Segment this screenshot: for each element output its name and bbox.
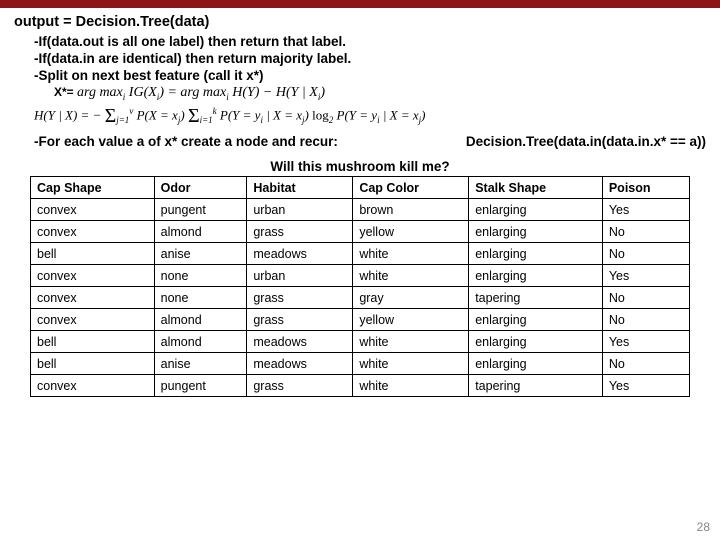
title-bar xyxy=(0,0,720,8)
table-header-row: Cap Shape Odor Habitat Cap Color Stalk S… xyxy=(31,177,690,199)
table-row: convexalmondgrassyellowenlargingNo xyxy=(31,221,690,243)
table-cell: convex xyxy=(31,375,155,397)
table-cell: enlarging xyxy=(469,199,603,221)
table-cell: No xyxy=(602,221,689,243)
table-cell: meadows xyxy=(247,243,353,265)
table-cell: anise xyxy=(154,353,247,375)
table-row: bellanisemeadowswhiteenlargingNo xyxy=(31,243,690,265)
table-cell: grass xyxy=(247,221,353,243)
table-cell: urban xyxy=(247,265,353,287)
table-cell: brown xyxy=(353,199,469,221)
formula-prefix: X*= xyxy=(54,85,77,99)
table-cell: grass xyxy=(247,309,353,331)
table-cell: bell xyxy=(31,331,155,353)
table-cell: convex xyxy=(31,265,155,287)
algo-line-2: -If(data.in are identical) then return m… xyxy=(34,51,706,68)
mushroom-table: Cap Shape Odor Habitat Cap Color Stalk S… xyxy=(30,176,690,397)
table-cell: pungent xyxy=(154,375,247,397)
table-cell: anise xyxy=(154,243,247,265)
table-cell: almond xyxy=(154,221,247,243)
table-row: bellalmondmeadowswhiteenlargingYes xyxy=(31,331,690,353)
algorithm-lines: -If(data.out is all one label) then retu… xyxy=(34,34,706,85)
table-cell: enlarging xyxy=(469,243,603,265)
table-cell: enlarging xyxy=(469,331,603,353)
formula-xstar: X*= arg maxi IG(Xi) = arg maxi H(Y) − H(… xyxy=(54,85,706,102)
table-cell: white xyxy=(353,243,469,265)
table-cell: white xyxy=(353,331,469,353)
table-cell: convex xyxy=(31,199,155,221)
table-cell: Yes xyxy=(602,199,689,221)
table-row: convexalmondgrassyellowenlargingNo xyxy=(31,309,690,331)
page-number: 28 xyxy=(697,520,710,534)
algo-line-1: -If(data.out is all one label) then retu… xyxy=(34,34,706,51)
table-cell: convex xyxy=(31,221,155,243)
formula-entropy: H(Y | X) = − Σj=1v P(X = xj) Σi=1k P(Y =… xyxy=(34,105,706,128)
table-cell: enlarging xyxy=(469,353,603,375)
recursion-text: -For each value a of x* create a node an… xyxy=(34,134,338,149)
slide: output = Decision.Tree(data) -If(data.ou… xyxy=(0,0,720,540)
table-cell: meadows xyxy=(247,331,353,353)
table-cell: gray xyxy=(353,287,469,309)
table-cell: urban xyxy=(247,199,353,221)
table-cell: tapering xyxy=(469,375,603,397)
table-cell: bell xyxy=(31,243,155,265)
col-cap-shape: Cap Shape xyxy=(31,177,155,199)
formula-argmax: arg maxi IG(Xi) = arg maxi H(Y) − H(Y | … xyxy=(77,85,325,100)
table-cell: yellow xyxy=(353,309,469,331)
table-cell: white xyxy=(353,265,469,287)
table-cell: none xyxy=(154,287,247,309)
col-cap-color: Cap Color xyxy=(353,177,469,199)
table-cell: enlarging xyxy=(469,265,603,287)
table-cell: enlarging xyxy=(469,309,603,331)
table-cell: almond xyxy=(154,309,247,331)
table-cell: pungent xyxy=(154,199,247,221)
table-cell: No xyxy=(602,243,689,265)
col-poison: Poison xyxy=(602,177,689,199)
table-cell: grass xyxy=(247,287,353,309)
table-cell: none xyxy=(154,265,247,287)
table-row: bellanisemeadowswhiteenlargingNo xyxy=(31,353,690,375)
table-cell: tapering xyxy=(469,287,603,309)
table-cell: Yes xyxy=(602,265,689,287)
col-odor: Odor xyxy=(154,177,247,199)
table-cell: grass xyxy=(247,375,353,397)
slide-content: output = Decision.Tree(data) -If(data.ou… xyxy=(0,8,720,397)
col-stalk-shape: Stalk Shape xyxy=(469,177,603,199)
recursion-line: -For each value a of x* create a node an… xyxy=(34,134,706,149)
table-row: convexpungentgrasswhitetaperingYes xyxy=(31,375,690,397)
table-cell: white xyxy=(353,375,469,397)
table-cell: almond xyxy=(154,331,247,353)
table-cell: meadows xyxy=(247,353,353,375)
table-row: convexpungenturbanbrownenlargingYes xyxy=(31,199,690,221)
table-cell: Yes xyxy=(602,331,689,353)
table-cell: No xyxy=(602,287,689,309)
table-cell: enlarging xyxy=(469,221,603,243)
table-cell: convex xyxy=(31,309,155,331)
table-cell: Yes xyxy=(602,375,689,397)
table-row: convexnoneurbanwhiteenlargingYes xyxy=(31,265,690,287)
function-signature: output = Decision.Tree(data) xyxy=(14,14,706,30)
table-cell: No xyxy=(602,309,689,331)
table-body: convexpungenturbanbrownenlargingYesconve… xyxy=(31,199,690,397)
col-habitat: Habitat xyxy=(247,177,353,199)
table-cell: yellow xyxy=(353,221,469,243)
algo-line-3: -Split on next best feature (call it x*) xyxy=(34,68,706,85)
table-cell: No xyxy=(602,353,689,375)
recursion-call: Decision.Tree(data.in(data.in.x* == a)) xyxy=(466,134,706,149)
table-cell: bell xyxy=(31,353,155,375)
table-row: convexnonegrassgraytaperingNo xyxy=(31,287,690,309)
table-cell: white xyxy=(353,353,469,375)
table-cell: convex xyxy=(31,287,155,309)
table-title: Will this mushroom kill me? xyxy=(14,159,706,174)
